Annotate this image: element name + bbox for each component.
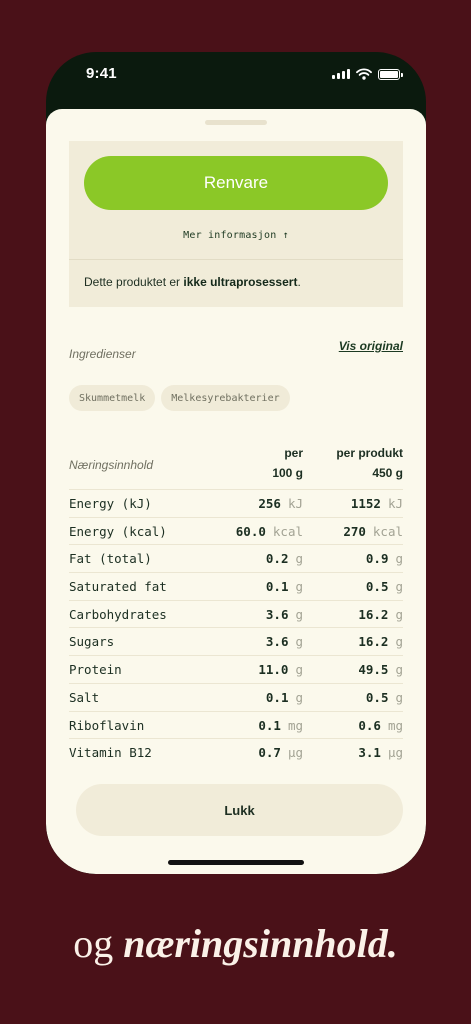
col1-line2: 100 g: [272, 466, 303, 480]
caption: og næringsinnhold.: [0, 920, 471, 967]
wifi-icon: [356, 68, 372, 80]
value-per-product: 16.2 g: [358, 606, 403, 622]
nutrient-name: Protein: [69, 662, 122, 678]
table-row: Energy (kcal) 60.0 kcal 270 kcal: [69, 516, 403, 545]
value-per-100g: 0.1 g: [265, 579, 303, 595]
table-row: Energy (kJ) 256 kJ 1152 kJ: [69, 489, 403, 517]
value-per-100g: 0.7 µg: [258, 745, 303, 761]
caption-bold: næringsinnhold.: [123, 921, 398, 966]
nutrient-name: Salt: [69, 689, 100, 705]
nutrient-name: Riboflavin: [69, 717, 145, 733]
table-row: Fat (total) 0.2 g 0.9 g: [69, 544, 403, 572]
status-bar: 9:41: [46, 52, 426, 108]
home-indicator: [168, 860, 304, 865]
table-row: Saturated fat 0.1 g 0.5 g: [69, 572, 403, 600]
table-row: Carbohydrates 3.6 g 16.2 g: [69, 599, 403, 628]
value-per-product: 0.6 mg: [358, 717, 403, 733]
value-per-100g: 60.0 kcal: [235, 523, 303, 539]
note-prefix: Dette produktet er: [84, 275, 184, 289]
value-per-product: 49.5 g: [358, 662, 403, 678]
nutrition-header: Næringsinnhold per 100 g per produkt 450…: [69, 443, 403, 489]
value-per-100g: 3.6 g: [265, 606, 303, 622]
value-per-product: 3.1 µg: [358, 745, 403, 761]
column-header-per-100g: per 100 g: [272, 443, 303, 483]
value-per-100g: 256 kJ: [258, 496, 303, 511]
nutrition-sheet: Renvare Mer informasjon ↑ Dette produkte…: [46, 109, 426, 874]
value-per-100g: 11.0 g: [258, 662, 303, 678]
value-per-100g: 0.1 mg: [258, 717, 303, 733]
table-row: Salt 0.1 g 0.5 g: [69, 682, 403, 711]
value-per-100g: 3.6 g: [265, 634, 303, 650]
table-row: Vitamin B12 0.7 µg 3.1 µg: [69, 738, 403, 766]
sheet-grabber[interactable]: [205, 120, 267, 125]
status-icons: [332, 68, 403, 80]
processing-card: Renvare Mer informasjon ↑ Dette produkte…: [69, 141, 403, 307]
nutrient-name: Energy (kJ): [69, 496, 152, 511]
caption-plain: og: [73, 921, 124, 966]
ingredient-chip: Melkesyrebakterier: [161, 385, 290, 411]
more-info-link[interactable]: Mer informasjon ↑: [69, 230, 403, 241]
nutrient-name: Fat (total): [69, 551, 152, 567]
value-per-product: 0.5 g: [365, 689, 403, 705]
nutrient-name: Sugars: [69, 634, 115, 650]
table-row: Riboflavin 0.1 mg 0.6 mg: [69, 710, 403, 739]
status-time: 9:41: [86, 65, 117, 82]
col2-line2: 450 g: [372, 466, 403, 480]
value-per-100g: 0.2 g: [265, 551, 303, 567]
nutrient-name: Energy (kcal): [69, 523, 167, 539]
note-suffix: .: [297, 275, 301, 289]
card-divider: [69, 259, 403, 260]
ingredient-chips: Skummetmelk Melkesyrebakterier: [69, 385, 290, 411]
nutrition-title: Næringsinnhold: [69, 458, 154, 472]
table-row: Protein 11.0 g 49.5 g: [69, 655, 403, 683]
col1-line1: per: [284, 446, 303, 460]
col2-line1: per produkt: [336, 446, 403, 460]
nutrient-name: Saturated fat: [69, 579, 167, 595]
signal-icon: [332, 69, 350, 79]
value-per-product: 0.5 g: [365, 579, 403, 595]
table-row: Sugars 3.6 g 16.2 g: [69, 627, 403, 655]
ingredient-chip: Skummetmelk: [69, 385, 156, 411]
value-per-product: 16.2 g: [358, 634, 403, 650]
vis-original-link[interactable]: Vis original: [339, 339, 403, 353]
close-button[interactable]: Lukk: [76, 784, 403, 836]
phone-frame: 9:41 Renvare Mer informasjon ↑ Dette pro…: [46, 52, 426, 874]
column-header-per-product: per produkt 450 g: [336, 443, 403, 483]
renvare-button[interactable]: Renvare: [84, 156, 388, 210]
value-per-100g: 0.1 g: [265, 689, 303, 705]
ingredients-title: Ingredienser: [69, 347, 136, 361]
nutrient-name: Carbohydrates: [69, 606, 167, 622]
value-per-product: 270 kcal: [343, 523, 403, 539]
battery-icon: [378, 68, 403, 80]
nutrient-name: Vitamin B12: [69, 745, 152, 761]
value-per-product: 0.9 g: [365, 551, 403, 567]
note-bold: ikke ultraprosessert: [183, 275, 298, 289]
processing-note: Dette produktet er ikke ultraprosessert.: [84, 275, 301, 289]
value-per-product: 1152 kJ: [350, 496, 403, 511]
nutrition-table: Energy (kJ) 256 kJ 1152 kJ Energy (kcal) 60.0…: [69, 489, 403, 766]
